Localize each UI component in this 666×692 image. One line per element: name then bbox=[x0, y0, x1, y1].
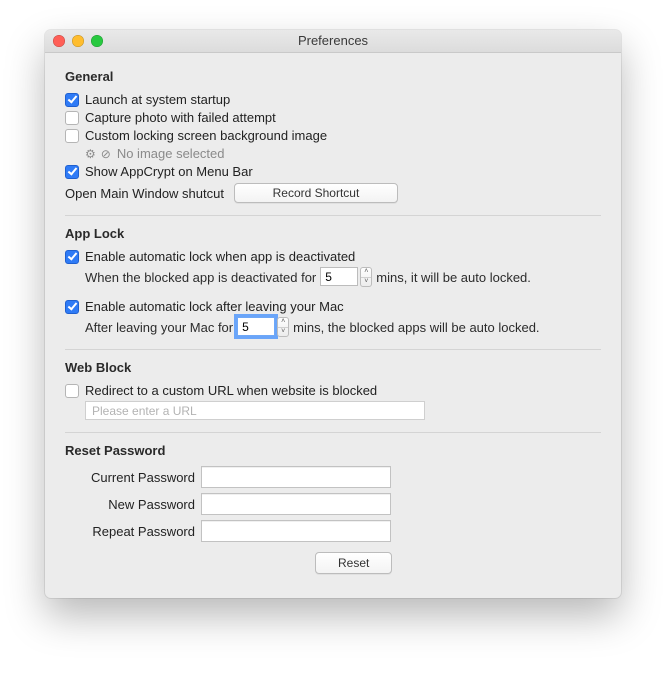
label-autolock-leaving: Enable automatic lock after leaving your… bbox=[85, 299, 344, 314]
label-open-main-shortcut: Open Main Window shutcut bbox=[65, 186, 224, 201]
input-redirect-url[interactable] bbox=[85, 401, 425, 420]
checkbox-redirect-url[interactable] bbox=[65, 384, 79, 398]
divider bbox=[65, 349, 601, 350]
titlebar: Preferences bbox=[45, 30, 621, 53]
stepper-deactivated-mins[interactable]: ˄ ˅ bbox=[320, 267, 372, 287]
label-repeat-password: Repeat Password bbox=[65, 524, 195, 539]
checkbox-custom-bg[interactable] bbox=[65, 129, 79, 143]
label-capture-photo: Capture photo with failed attempt bbox=[85, 110, 276, 125]
divider bbox=[65, 432, 601, 433]
window-title: Preferences bbox=[298, 33, 368, 48]
checkbox-autolock-leaving[interactable] bbox=[65, 300, 79, 314]
hint-deactivated-pre: When the blocked app is deactivated for bbox=[85, 270, 316, 285]
label-redirect-url: Redirect to a custom URL when website is… bbox=[85, 383, 377, 398]
label-launch-at-startup: Launch at system startup bbox=[85, 92, 230, 107]
section-header-general: General bbox=[65, 69, 601, 84]
checkbox-launch-at-startup[interactable] bbox=[65, 93, 79, 107]
zoom-icon[interactable] bbox=[91, 35, 103, 47]
section-header-webblock: Web Block bbox=[65, 360, 601, 375]
divider bbox=[65, 215, 601, 216]
chevron-up-icon[interactable]: ˄ bbox=[361, 268, 371, 278]
section-header-applock: App Lock bbox=[65, 226, 601, 241]
gear-icon: ⚙ bbox=[85, 147, 96, 161]
label-current-password: Current Password bbox=[65, 470, 195, 485]
input-new-password[interactable] bbox=[201, 493, 391, 515]
label-autolock-deactivated: Enable automatic lock when app is deacti… bbox=[85, 249, 355, 264]
label-new-password: New Password bbox=[65, 497, 195, 512]
input-deactivated-mins[interactable] bbox=[320, 267, 358, 286]
label-no-image: No image selected bbox=[117, 146, 225, 161]
stepper-leaving-mins[interactable]: ˄ ˅ bbox=[237, 317, 289, 337]
minimize-icon[interactable] bbox=[72, 35, 84, 47]
chevron-up-icon[interactable]: ˄ bbox=[278, 318, 288, 328]
chevron-down-icon[interactable]: ˅ bbox=[361, 278, 371, 287]
preferences-window: Preferences General Launch at system sta… bbox=[45, 30, 621, 598]
input-repeat-password[interactable] bbox=[201, 520, 391, 542]
reset-button[interactable]: Reset bbox=[315, 552, 392, 574]
hint-deactivated-post: mins, it will be auto locked. bbox=[376, 270, 531, 285]
label-custom-bg: Custom locking screen background image bbox=[85, 128, 327, 143]
checkbox-show-menubar[interactable] bbox=[65, 165, 79, 179]
input-leaving-mins[interactable] bbox=[237, 317, 275, 336]
record-shortcut-button[interactable]: Record Shortcut bbox=[234, 183, 398, 203]
cancel-icon: ⊘ bbox=[101, 147, 111, 161]
checkbox-capture-photo[interactable] bbox=[65, 111, 79, 125]
hint-leaving-post: mins, the blocked apps will be auto lock… bbox=[293, 320, 539, 335]
hint-leaving-pre: After leaving your Mac for bbox=[85, 320, 233, 335]
chevron-down-icon[interactable]: ˅ bbox=[278, 328, 288, 337]
input-current-password[interactable] bbox=[201, 466, 391, 488]
checkbox-autolock-deactivated[interactable] bbox=[65, 250, 79, 264]
close-icon[interactable] bbox=[53, 35, 65, 47]
label-show-menubar: Show AppCrypt on Menu Bar bbox=[85, 164, 253, 179]
section-header-resetpw: Reset Password bbox=[65, 443, 601, 458]
